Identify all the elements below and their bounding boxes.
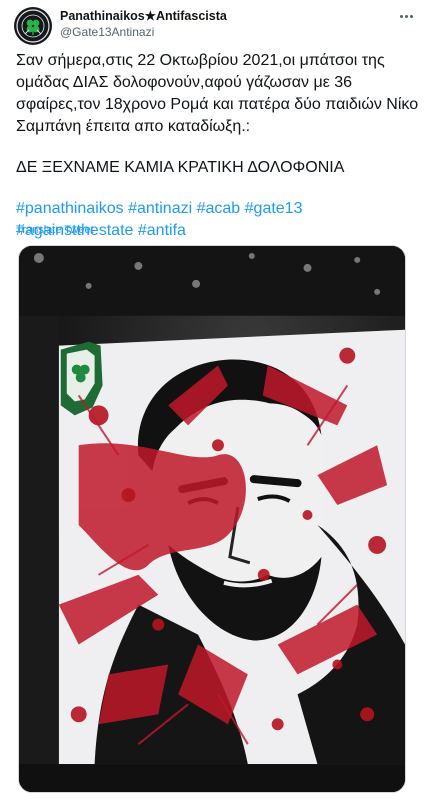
hashtag-link[interactable]: #panathinaikos bbox=[16, 200, 124, 217]
hashtag-link[interactable]: #antinazi bbox=[128, 200, 192, 217]
display-name[interactable]: Panathinaikos★Antifascista bbox=[60, 8, 227, 23]
author-block: Panathinaikos★Antifascista @Gate13Antina… bbox=[60, 8, 227, 39]
dot-icon bbox=[404, 14, 408, 18]
user-handle[interactable]: @Gate13Antinazi bbox=[60, 25, 227, 39]
tweet-text: Σαν σήμερα,στις 22 Οκτωβρίου 2021,οι μπά… bbox=[16, 50, 420, 242]
avatar[interactable] bbox=[14, 7, 52, 45]
tweet-media[interactable] bbox=[18, 245, 406, 793]
tweet-slogan: ΔΕ ΞΕΧΝΑΜΕ ΚΑΜΙΑ ΚΡΑΤΙΚΗ ΔΟΛΟΦΟΝΙΑ bbox=[16, 159, 345, 176]
hashtag-link[interactable]: #gate13 bbox=[245, 200, 303, 217]
dot-icon bbox=[399, 14, 403, 18]
more-options-button[interactable] bbox=[395, 8, 417, 24]
hashtag-link[interactable]: #acab bbox=[197, 200, 241, 217]
hashtag-link[interactable]: #antifa bbox=[138, 222, 186, 239]
translate-tweet-link[interactable]: Translate Tweet bbox=[16, 224, 94, 236]
clover-emblem-icon bbox=[16, 9, 50, 43]
dot-icon bbox=[409, 14, 413, 18]
mural-portrait-image bbox=[19, 246, 405, 792]
tweet-paragraph: Σαν σήμερα,στις 22 Οκτωβρίου 2021,οι μπά… bbox=[16, 52, 419, 135]
